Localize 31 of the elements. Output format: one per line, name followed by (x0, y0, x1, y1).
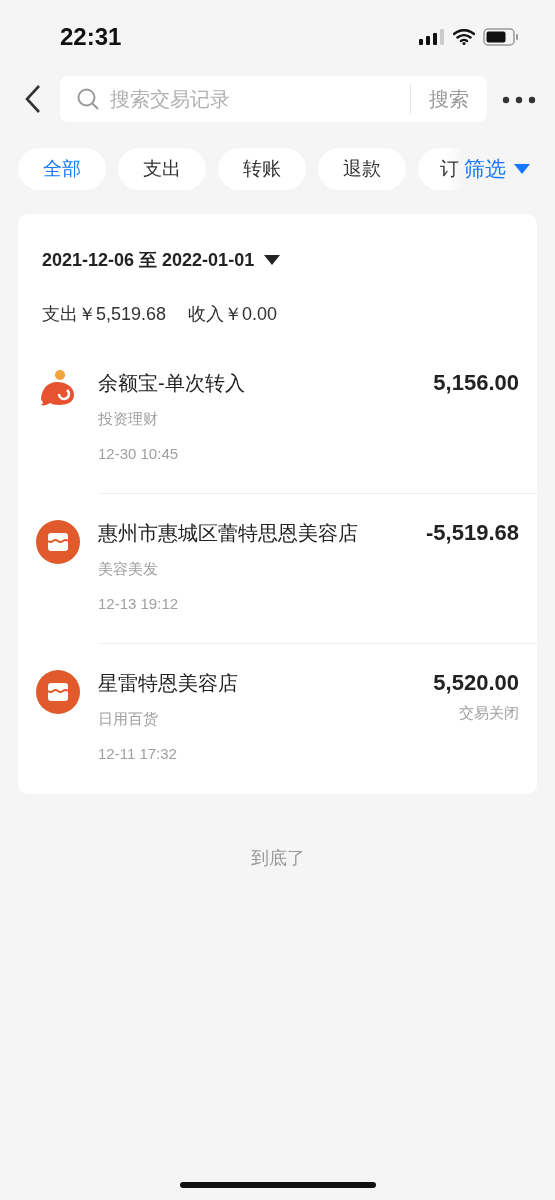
income-total: 收入￥0.00 (188, 303, 278, 326)
transaction-title[interactable]: 星雷特恩美容店 (98, 670, 416, 696)
transaction-category: 美容美发 (98, 560, 159, 579)
shop-icon (36, 670, 80, 714)
transaction-time: 12-11 17:32 (98, 745, 178, 762)
transaction-amount: 5,520.00 (433, 670, 519, 696)
caret-icon (514, 164, 530, 174)
caret-icon (264, 255, 281, 265)
transaction-title[interactable]: 惠州市惠城区蕾特思恩美容店 (98, 520, 409, 546)
signal-icon (419, 29, 445, 45)
end-of-list-note: 到底了 (250, 848, 305, 868)
transaction-title[interactable]: 余额宝-单次转入 (98, 370, 416, 396)
transaction-category: 投资理财 (98, 410, 159, 429)
transaction-amount: 5,156.00 (433, 370, 519, 396)
clock-time: 22:31 (60, 23, 123, 51)
transaction-status: 交易关闭 (459, 704, 519, 723)
wifi-icon (453, 29, 475, 45)
transaction-amount: -5,519.68 (426, 520, 519, 546)
filter-tab[interactable]: 支出 (118, 148, 206, 190)
filter-tab[interactable]: 退款 (318, 148, 406, 190)
search-icon (76, 87, 100, 111)
transaction-time: 12-13 19:12 (98, 595, 180, 612)
battery-icon (483, 28, 519, 46)
shop-icon (36, 520, 80, 564)
transaction-time: 12-30 10:45 (98, 445, 180, 462)
date-range-selector[interactable]: 2021-12-06 至 2022-01-01 (42, 248, 281, 272)
transaction-category: 日用百货 (98, 710, 159, 729)
filter-button[interactable]: 筛选 (464, 148, 530, 190)
filter-tab[interactable]: 转账 (218, 148, 306, 190)
expense-total: 支出￥5,519.68 (42, 303, 167, 326)
filter-tab[interactable]: 全部 (18, 148, 106, 190)
